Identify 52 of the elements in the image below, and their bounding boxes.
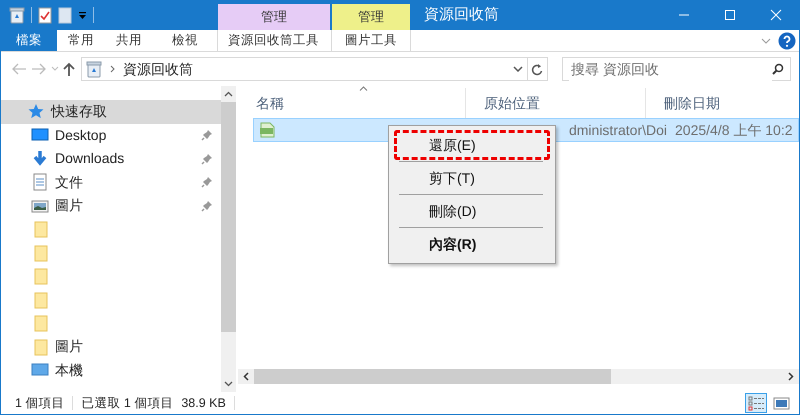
- sidebar-item[interactable]: Desktop: [1, 124, 221, 147]
- chevron-icon: [110, 65, 115, 73]
- dropdown-icon[interactable]: [512, 66, 523, 72]
- menu-item[interactable]: 刪除(D): [395, 197, 549, 225]
- address-bar[interactable]: 資源回收筒: [81, 57, 548, 81]
- maximize-icon: [724, 9, 736, 21]
- search-icon: [772, 63, 784, 75]
- address-path: 資源回收筒: [123, 60, 194, 78]
- document-icon: [31, 173, 49, 192]
- dropdown-icon[interactable]: [78, 10, 87, 20]
- details-view-button[interactable]: [745, 393, 768, 413]
- recycle-bin-icon[interactable]: [9, 6, 25, 24]
- sort-icon: [359, 86, 368, 91]
- selection-size: 38.9 KB: [181, 394, 226, 412]
- sidebar-item[interactable]: 文件: [1, 170, 221, 194]
- refresh-icon[interactable]: [531, 62, 544, 76]
- thumbnails-view-icon: [773, 394, 790, 412]
- column-header[interactable]: 刪除日期: [646, 88, 786, 118]
- sidebar-item[interactable]: 圖片: [1, 335, 221, 358]
- help-icon[interactable]: [778, 32, 796, 50]
- download-icon: [31, 150, 49, 168]
- item-count: 1 個項目: [15, 394, 64, 412]
- expand-icon[interactable]: [761, 38, 772, 44]
- ribbon-tab[interactable]: 檔案: [1, 30, 57, 51]
- checklist-icon[interactable]: [38, 6, 52, 24]
- ribbon-tab[interactable]: 圖片工具: [331, 30, 411, 51]
- sidebar-item[interactable]: 本機: [1, 358, 221, 382]
- document-icon[interactable]: [58, 6, 72, 24]
- scroll-down-icon[interactable]: [224, 381, 233, 387]
- table-cell-text: dministrator\Doi: [568, 120, 667, 140]
- sidebar-item[interactable]: 圖片: [1, 194, 221, 218]
- scroll-left-icon[interactable]: [243, 372, 249, 381]
- details-view-icon: [748, 394, 765, 412]
- scroll-up-icon[interactable]: [224, 91, 233, 97]
- recycle-bin-icon: [86, 60, 102, 78]
- scrollbar-thumb[interactable]: [254, 369, 611, 384]
- window-title: 資源回收筒: [423, 4, 499, 25]
- scrollbar-thumb[interactable]: [221, 102, 236, 332]
- search-field[interactable]: 搜尋 資源回收: [562, 57, 791, 81]
- table-cell-text: 2025/4/8 上午 10:2: [675, 120, 793, 140]
- context-tab-header: 管理: [218, 4, 330, 30]
- star-icon: [27, 102, 45, 121]
- context-tab-header: 管理: [332, 4, 410, 30]
- sidebar-item[interactable]: Downloads: [1, 147, 221, 170]
- menu-item[interactable]: 剪下(T): [395, 164, 549, 192]
- scroll-right-icon[interactable]: [788, 372, 794, 381]
- menu-item[interactable]: 內容(R): [395, 230, 549, 258]
- sidebar-item[interactable]: 快速存取: [1, 100, 221, 124]
- png-file-icon: [258, 122, 276, 138]
- up-icon[interactable]: [63, 62, 75, 76]
- selection-count: 已選取 1 個項目: [81, 394, 174, 412]
- close-icon: [770, 9, 782, 21]
